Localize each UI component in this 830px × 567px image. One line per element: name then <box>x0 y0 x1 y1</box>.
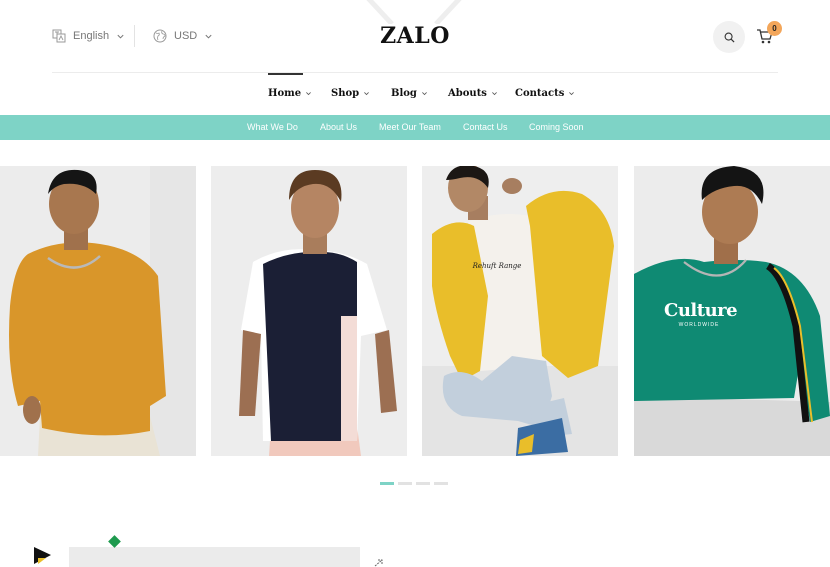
nav-item-label: Shop <box>331 88 360 99</box>
top-header: English USD ZALO 0 <box>0 0 830 72</box>
model-illustration <box>0 166 196 456</box>
search-button[interactable] <box>713 21 745 53</box>
sweatshirt-print-text: Culture <box>664 300 738 321</box>
slide-image-mustard-sweatshirt[interactable] <box>0 166 196 456</box>
arrow-icon <box>374 559 383 567</box>
nav-item-label: Blog <box>391 88 417 99</box>
nav-item-shop[interactable]: Shop <box>331 88 370 99</box>
chevron-down-icon <box>492 92 497 96</box>
section-preview-panel <box>69 547 360 567</box>
model-illustration <box>422 166 618 456</box>
site-logo[interactable]: ZALO <box>0 23 830 49</box>
subnav-item-contact-us[interactable]: Contact Us <box>463 122 508 132</box>
sweatshirt-print-subtext: WORLDWIDE <box>678 322 720 328</box>
chevron-down-icon <box>569 92 575 96</box>
decorative-diamond <box>108 535 121 548</box>
model-illustration <box>211 166 407 456</box>
subnav-item-meet-our-team[interactable]: Meet Our Team <box>379 122 441 132</box>
search-icon <box>724 32 735 43</box>
subnav-item-coming-soon[interactable]: Coming Soon <box>529 122 584 132</box>
decorative-flag-shape <box>34 547 51 564</box>
slider-pagination <box>380 482 448 485</box>
tshirt-print-text: Rehuft Range <box>472 262 522 270</box>
subnav-item-about-us[interactable]: About Us <box>320 122 357 132</box>
main-navigation: Home Shop Blog Abouts Contacts <box>0 73 830 115</box>
slide-image-yellow-jacket[interactable] <box>422 166 618 456</box>
chevron-down-icon <box>364 92 370 96</box>
nav-item-abouts[interactable]: Abouts <box>448 88 498 99</box>
nav-item-home[interactable]: Home <box>268 88 312 99</box>
slide-image-colorblock-tee[interactable] <box>211 166 407 456</box>
nav-item-label: Abouts <box>448 88 487 99</box>
slider-dot[interactable] <box>398 482 412 485</box>
nav-item-blog[interactable]: Blog <box>391 88 428 99</box>
slider-dot[interactable] <box>416 482 430 485</box>
nav-item-contacts[interactable]: Contacts <box>515 88 575 99</box>
secondary-navigation: What We Do About Us Meet Our Team Contac… <box>0 115 830 140</box>
nav-item-label: Home <box>268 88 302 99</box>
chevron-down-icon <box>306 92 311 96</box>
chevron-down-icon <box>422 92 427 96</box>
decorative-x-shape <box>366 0 462 24</box>
subnav-item-what-we-do[interactable]: What We Do <box>247 122 298 132</box>
slider-dot[interactable] <box>434 482 448 485</box>
slider-dot[interactable] <box>380 482 394 485</box>
cart-count-badge: 0 <box>767 21 782 36</box>
active-indicator <box>268 73 303 75</box>
nav-item-label: Contacts <box>515 88 565 99</box>
